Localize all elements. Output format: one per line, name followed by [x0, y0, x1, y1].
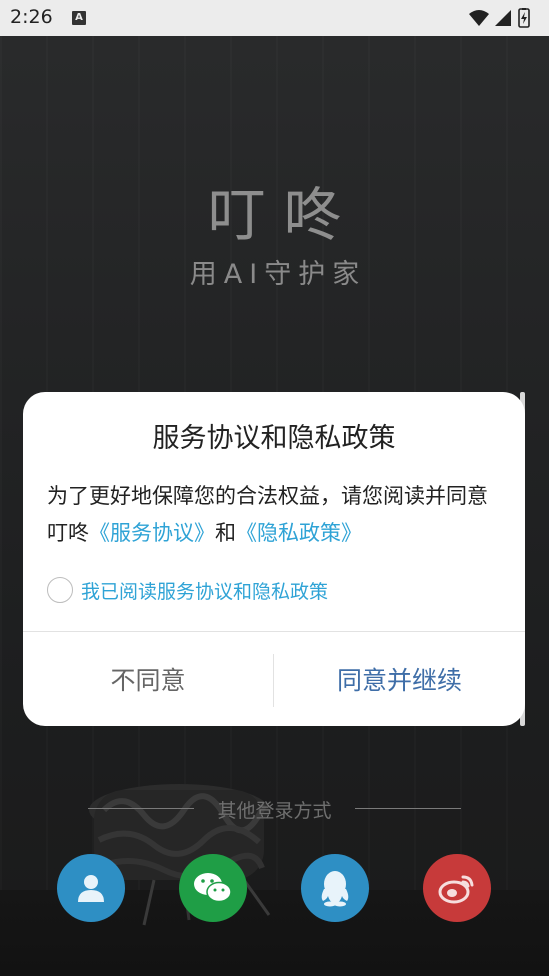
divider-line — [355, 808, 461, 809]
a-icon: A — [72, 11, 86, 25]
disagree-button[interactable]: 不同意 — [23, 632, 273, 726]
agree-checkbox-label[interactable]: 我已阅读服务协议和隐私政策 — [81, 577, 328, 604]
wifi-icon — [469, 10, 489, 26]
app-title: 叮咚 — [207, 181, 360, 249]
other-login-section: 其他登录方式 — [0, 796, 549, 822]
status-time: 2:26 — [10, 6, 53, 28]
dialog-title: 服务协议和隐私政策 — [152, 423, 396, 454]
account-login-button[interactable] — [57, 854, 125, 922]
agree-radio-button[interactable] — [47, 577, 73, 603]
agree-continue-button[interactable]: 同意并继续 — [274, 632, 525, 726]
status-icons — [467, 8, 537, 28]
conjunction-text: 和 — [215, 521, 236, 545]
dialog-message: 为了更好地保障您的合法权益，请您阅读并同意叮咚《服务协议》和《隐私政策》 — [47, 478, 507, 552]
login-screen: 2:26 A 叮咚 用AI守护家 其他登录方式 服务协议和隐私政策 为了更好地保… — [0, 0, 549, 976]
wechat-icon — [194, 873, 232, 903]
agreement-dialog: 服务协议和隐私政策 为了更好地保障您的合法权益，请您阅读并同意叮咚《服务协议》和… — [23, 392, 525, 726]
battery-icon — [518, 8, 530, 28]
user-icon — [78, 875, 104, 902]
service-agreement-link[interactable]: 《服务协议》 — [89, 521, 215, 545]
weibo-icon — [438, 875, 474, 904]
qq-login-button[interactable] — [301, 854, 369, 922]
privacy-policy-link[interactable]: 《隐私政策》 — [236, 521, 362, 545]
status-bar: 2:26 A — [0, 0, 549, 36]
wechat-login-button[interactable] — [179, 854, 247, 922]
app-slogan: 用AI守护家 — [189, 259, 367, 290]
other-login-label: 其他登录方式 — [217, 800, 332, 822]
weibo-login-button[interactable] — [423, 854, 491, 922]
signal-icon — [495, 10, 511, 26]
qq-icon — [321, 871, 349, 907]
agree-checkbox-row[interactable]: 我已阅读服务协议和隐私政策 — [47, 576, 328, 604]
